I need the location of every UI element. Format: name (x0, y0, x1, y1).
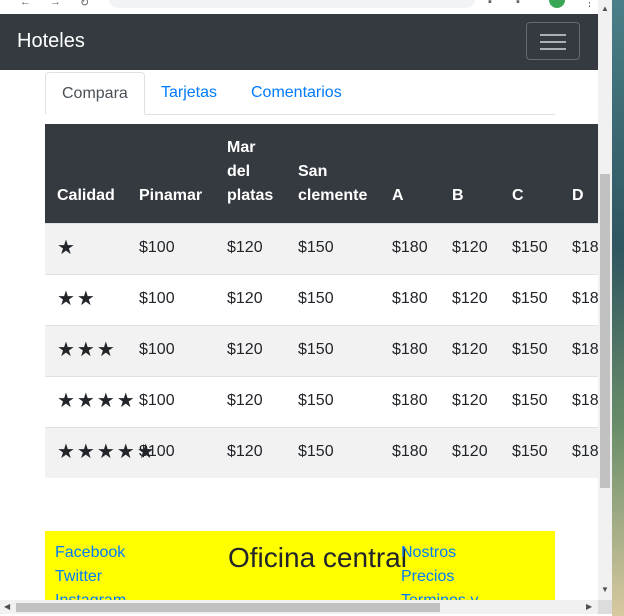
scrollbar-corner (598, 600, 612, 614)
info-links: Nostros Precios Terminos y (401, 541, 478, 600)
tab-comentarios[interactable]: Comentarios (235, 72, 358, 114)
price-cell: $150 (500, 325, 560, 377)
price-cell: $180 (380, 376, 440, 428)
price-cell: $150 (500, 376, 560, 428)
scroll-right-arrow-icon[interactable]: ▶ (586, 602, 592, 611)
price-cell: $120 (215, 376, 286, 428)
price-cell: $180 (560, 376, 598, 428)
column-header: Pinamar (127, 124, 215, 224)
price-cell: $150 (286, 274, 380, 326)
hamburger-icon-bar (540, 41, 566, 43)
column-header: C (500, 124, 560, 224)
star-rating: ★★ (57, 288, 97, 310)
price-cell: $150 (500, 223, 560, 275)
price-cell: $180 (380, 325, 440, 377)
scroll-left-arrow-icon[interactable]: ◀ (4, 602, 10, 611)
scroll-down-arrow-icon[interactable]: ▼ (601, 585, 609, 594)
price-comparison-table: Calidad Pinamar Mar del platas San cleme… (45, 124, 598, 478)
price-cell: $100 (127, 223, 215, 275)
price-cell: $120 (215, 223, 286, 275)
column-header: A (380, 124, 440, 224)
footer-link-facebook[interactable]: Facebook (55, 541, 126, 565)
star-rating: ★ (57, 237, 77, 259)
price-cell: $120 (440, 274, 500, 326)
star-rating-cell: ★★★ (45, 325, 127, 377)
price-cell: $150 (286, 427, 380, 478)
price-cell: $120 (215, 325, 286, 377)
price-cell: $180 (560, 325, 598, 377)
social-links: Facebook Twitter Instagram (55, 541, 126, 600)
star-rating: ★★★ (57, 339, 117, 361)
back-icon[interactable]: ← (20, 0, 31, 8)
column-header: D (560, 124, 598, 224)
hamburger-icon-bar (540, 34, 566, 36)
address-bar[interactable] (108, 0, 476, 8)
price-cell: $100 (127, 325, 215, 377)
column-header: Mar del platas (215, 124, 286, 224)
star-rating-cell: ★ (45, 223, 127, 275)
price-cell: $180 (380, 427, 440, 478)
vertical-scrollbar[interactable]: ▲ ▼ (598, 0, 612, 600)
price-cell: $150 (500, 274, 560, 326)
price-cell: $120 (215, 427, 286, 478)
table-header-row: Calidad Pinamar Mar del platas San cleme… (45, 124, 598, 224)
price-cell: $120 (440, 376, 500, 428)
price-cell: $150 (286, 223, 380, 275)
horizontal-scrollbar[interactable]: ◀ ▶ (0, 600, 598, 614)
horizontal-scroll-thumb[interactable] (16, 603, 440, 612)
price-cell: $120 (440, 223, 500, 275)
tab-tarjetas[interactable]: Tarjetas (145, 72, 233, 114)
footer-link-terminos[interactable]: Terminos y (401, 589, 478, 600)
price-cell: $150 (500, 427, 560, 478)
price-cell: $180 (560, 427, 598, 478)
footer: Facebook Twitter Instagram Oficina centr… (45, 531, 555, 600)
footer-link-nosotros[interactable]: Nostros (401, 541, 478, 565)
navbar-toggler-button[interactable] (526, 22, 580, 60)
column-header: B (440, 124, 500, 224)
price-cell: $180 (380, 274, 440, 326)
profile-avatar[interactable] (549, 0, 565, 8)
table-row: ★★★ $100 $120 $150 $180 $120 $150 $180 (45, 325, 598, 377)
price-cell: $100 (127, 274, 215, 326)
price-cell: $120 (215, 274, 286, 326)
extension-icon[interactable]: ▪ (488, 0, 492, 8)
star-rating-cell: ★★★★★ (45, 427, 155, 478)
page-viewport: Hoteles Compara Tarjetas Comentarios Cal… (0, 14, 598, 600)
scroll-up-arrow-icon[interactable]: ▲ (601, 4, 609, 13)
price-cell: $180 (560, 223, 598, 275)
reload-icon[interactable]: ↻ (80, 0, 89, 9)
column-header: San clemente (286, 124, 380, 224)
hamburger-icon-bar (540, 48, 566, 50)
price-cell: $150 (286, 325, 380, 377)
tab-bar: Compara Tarjetas Comentarios (45, 72, 555, 115)
star-rating: ★★★★ (57, 390, 137, 412)
office-heading: Oficina central (228, 542, 407, 573)
price-cell: $120 (440, 427, 500, 478)
star-rating-cell: ★★ (45, 274, 127, 326)
vertical-scroll-thumb[interactable] (600, 174, 610, 488)
price-cell: $100 (127, 427, 215, 478)
table-row: ★★★★ $100 $120 $150 $180 $120 $150 $180 (45, 376, 598, 428)
navbar-brand[interactable]: Hoteles (17, 30, 85, 53)
menu-dots-icon[interactable]: ⋮ (584, 0, 595, 9)
price-cell: $180 (380, 223, 440, 275)
footer-link-precios[interactable]: Precios (401, 565, 478, 589)
desktop-background-edge (612, 0, 624, 616)
footer-link-instagram[interactable]: Instagram (55, 589, 126, 600)
price-cell: $120 (440, 325, 500, 377)
table-row: ★ $100 $120 $150 $180 $120 $150 $180 (45, 223, 598, 275)
forward-icon[interactable]: → (50, 0, 61, 8)
table-row: ★★★★★ $100 $120 $150 $180 $120 $150 $180 (45, 427, 598, 478)
footer-link-twitter[interactable]: Twitter (55, 565, 126, 589)
navbar: Hoteles (0, 14, 598, 70)
price-cell: $150 (286, 376, 380, 428)
price-cell: $180 (560, 274, 598, 326)
column-header: Calidad (45, 124, 127, 224)
browser-toolbar-remnant: ← → ↻ ▪ ▪ ⋮ (0, 0, 624, 14)
tab-compara[interactable]: Compara (45, 72, 145, 115)
price-cell: $100 (127, 376, 215, 428)
star-rating-cell: ★★★★ (45, 376, 135, 428)
bookmark-icon[interactable]: ▪ (516, 0, 520, 8)
table-row: ★★ $100 $120 $150 $180 $120 $150 $180 (45, 274, 598, 326)
